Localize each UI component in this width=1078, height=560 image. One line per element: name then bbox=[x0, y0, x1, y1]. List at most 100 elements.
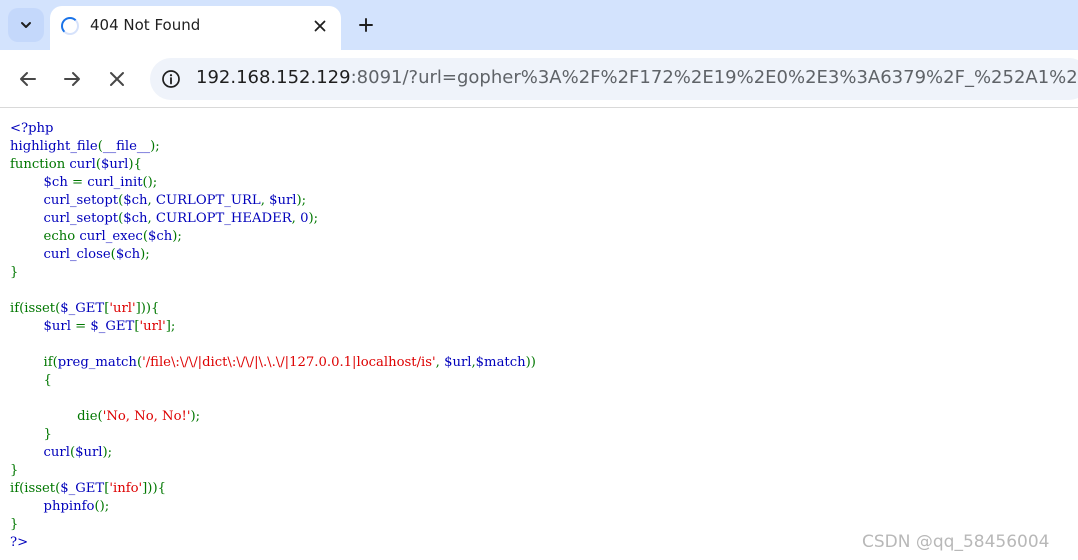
code-token: 'url' bbox=[109, 301, 136, 316]
code-token: CURLOPT_URL bbox=[155, 193, 261, 208]
plus-icon bbox=[359, 18, 373, 32]
code-token: ])){ bbox=[142, 481, 166, 496]
code-token: ); bbox=[140, 247, 150, 262]
code-token: $url bbox=[269, 193, 297, 208]
browser-toolbar: 192.168.152.129:8091/?url=gopher%3A%2F%2… bbox=[0, 50, 1078, 108]
code-token: 'url' bbox=[139, 319, 166, 334]
url-text[interactable]: 192.168.152.129:8091/?url=gopher%3A%2F%2… bbox=[196, 67, 1078, 88]
code-token: phpinfo bbox=[43, 499, 95, 514]
url-host: 192.168.152.129 bbox=[196, 67, 351, 88]
code-line: } bbox=[10, 462, 536, 480]
loading-spinner-icon bbox=[61, 17, 79, 35]
tab-search-button[interactable] bbox=[8, 8, 44, 42]
code-token: curl_close bbox=[43, 247, 111, 262]
code-token: ); bbox=[150, 139, 160, 154]
code-token: $url bbox=[43, 319, 76, 334]
code-token: $ch bbox=[43, 175, 73, 190]
code-line: die('No, No, No!'); bbox=[10, 408, 536, 426]
close-icon bbox=[110, 72, 124, 86]
close-icon bbox=[314, 20, 326, 32]
code-line: curl($url); bbox=[10, 444, 536, 462]
code-token: 'No, No, No!' bbox=[102, 409, 191, 424]
stop-loading-button[interactable] bbox=[103, 65, 131, 93]
code-token: , bbox=[147, 211, 156, 226]
code-token: ?> bbox=[10, 535, 29, 550]
code-token: $_GET bbox=[90, 319, 135, 334]
code-line: { bbox=[10, 372, 536, 390]
code-token: curl_init bbox=[87, 175, 143, 190]
code-token: , bbox=[435, 355, 445, 370]
code-token: $ch bbox=[115, 247, 141, 262]
code-token: ); bbox=[102, 445, 113, 460]
code-token: curl_setopt bbox=[43, 211, 119, 226]
site-info-button[interactable] bbox=[160, 68, 182, 90]
code-token: die( bbox=[77, 409, 103, 424]
back-button[interactable] bbox=[14, 65, 42, 93]
active-tab[interactable]: 404 Not Found bbox=[50, 6, 341, 50]
code-token: = bbox=[75, 319, 91, 334]
code-token: , bbox=[147, 193, 156, 208]
info-icon bbox=[162, 70, 180, 88]
code-token: $match bbox=[475, 355, 526, 370]
address-bar[interactable]: 192.168.152.129:8091/?url=gopher%3A%2F%2… bbox=[150, 58, 1078, 100]
code-token: ])){ bbox=[135, 301, 160, 316]
code-token: ); bbox=[308, 211, 319, 226]
code-line: highlight_file(__file__); bbox=[10, 138, 536, 156]
code-token: , bbox=[260, 193, 270, 208]
code-token: ); bbox=[190, 409, 201, 424]
code-token: } bbox=[10, 463, 19, 478]
code-line: $url = $_GET['url']; bbox=[10, 318, 536, 336]
code-line: if(isset($_GET['url'])){ bbox=[10, 300, 536, 318]
code-line: if(isset($_GET['info'])){ bbox=[10, 480, 536, 498]
tab-close-button[interactable] bbox=[308, 14, 332, 38]
code-token: $_GET bbox=[60, 481, 105, 496]
forward-button[interactable] bbox=[58, 65, 86, 93]
code-line: if(preg_match('/file\:\/\/|dict\:\/\/|\.… bbox=[10, 354, 536, 372]
code-line: ?> bbox=[10, 534, 536, 552]
code-token: curl bbox=[43, 445, 70, 460]
code-line: echo curl_exec($ch); bbox=[10, 228, 536, 246]
code-token: <?php bbox=[10, 121, 54, 136]
arrow-left-icon bbox=[20, 72, 36, 86]
code-token: $url bbox=[75, 445, 103, 460]
code-token: curl_setopt bbox=[43, 193, 119, 208]
code-line: curl_setopt($ch, CURLOPT_URL, $url); bbox=[10, 192, 536, 210]
code-line: <?php bbox=[10, 120, 536, 138]
new-tab-button[interactable] bbox=[353, 12, 379, 38]
code-token: $ch bbox=[147, 229, 173, 244]
code-token: )) bbox=[525, 355, 536, 370]
code-token: = bbox=[72, 175, 88, 190]
code-token: __file__ bbox=[102, 139, 151, 154]
arrow-right-icon bbox=[64, 72, 80, 86]
code-line: function curl($url){ bbox=[10, 156, 536, 174]
code-token: preg_match bbox=[57, 355, 137, 370]
code-token: ){ bbox=[128, 157, 142, 172]
code-token: highlight_file bbox=[10, 139, 98, 154]
code-line: } bbox=[10, 426, 536, 444]
code-token: curl_exec bbox=[79, 229, 143, 244]
code-token: , bbox=[291, 211, 301, 226]
code-token: } bbox=[10, 265, 19, 280]
code-token: $_GET bbox=[60, 301, 105, 316]
code-line: $ch = curl_init(); bbox=[10, 174, 536, 192]
code-token: $ch bbox=[123, 193, 148, 208]
code-line: } bbox=[10, 516, 536, 534]
code-token: { bbox=[43, 373, 52, 388]
tab-title: 404 Not Found bbox=[90, 16, 201, 34]
watermark: CSDN @qq_58456004 bbox=[862, 532, 1050, 552]
code-line: phpinfo(); bbox=[10, 498, 536, 516]
code-token: (); bbox=[142, 175, 158, 190]
